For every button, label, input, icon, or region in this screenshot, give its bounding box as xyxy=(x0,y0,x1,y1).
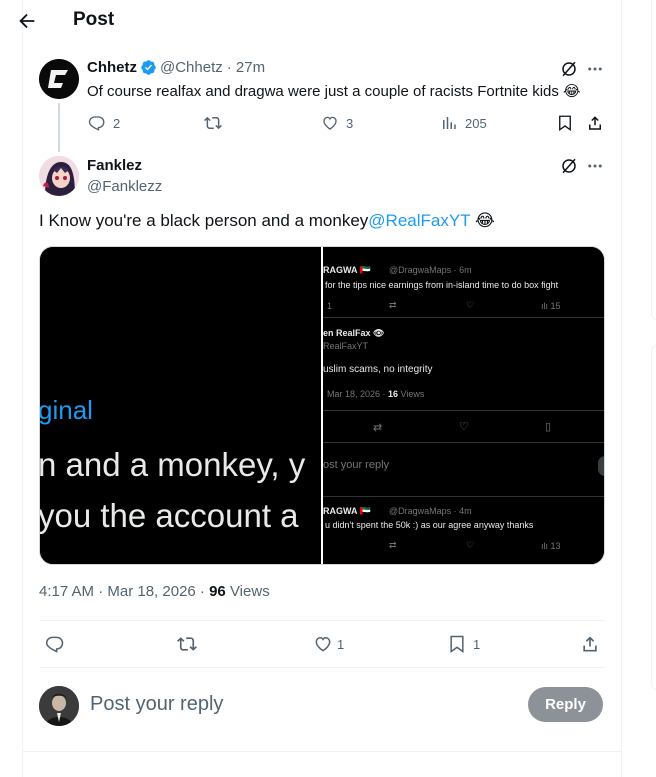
bookmark-count: 1 xyxy=(473,636,481,652)
embedded-views: ılı 15 xyxy=(541,301,561,311)
sidebar-edge xyxy=(651,0,656,777)
post-metadata: 4:17 AM · Mar 18, 2026 · 96 Views xyxy=(39,583,270,600)
view-count: 205 xyxy=(465,115,487,131)
mention-link[interactable]: @RealFaxYT xyxy=(368,211,470,230)
repost-action[interactable] xyxy=(203,114,223,132)
thread-line xyxy=(58,103,60,152)
share-icon xyxy=(589,116,601,130)
heart-icon xyxy=(323,116,337,130)
verified-badge-icon xyxy=(140,59,157,76)
reply-action[interactable] xyxy=(45,634,65,654)
avatar[interactable] xyxy=(39,156,79,196)
embedded-views: ılı 13 xyxy=(541,541,561,551)
bookmark-action[interactable]: 1 xyxy=(447,634,480,654)
tweet-text: Of course realfax and dragwa were just a… xyxy=(87,83,581,100)
crop-text-3: you the account a xyxy=(40,497,299,534)
like-action[interactable]: 1 xyxy=(313,634,344,654)
reply-count: 2 xyxy=(113,115,121,131)
timestamp[interactable]: · 27m xyxy=(227,59,265,76)
divider xyxy=(22,751,622,752)
avatar[interactable] xyxy=(39,686,79,726)
more-options-icon[interactable] xyxy=(586,60,604,78)
main-author-row: Fanklez xyxy=(87,157,142,174)
crop-text-1: ginal xyxy=(40,395,93,425)
back-arrow-icon[interactable] xyxy=(16,10,38,32)
embedded-handle: RealFaxYT xyxy=(323,341,369,351)
reply-icon xyxy=(88,116,105,131)
divider xyxy=(39,667,605,668)
embedded-heart-icon: ♡ xyxy=(466,540,475,550)
author-handle[interactable]: @Chhetz xyxy=(160,59,223,76)
media-image[interactable]: ginal n and a monkey, y you the account … xyxy=(39,246,605,565)
embedded-reply-count: 1 xyxy=(327,301,333,311)
parent-author-row: Chhetz @Chhetz · 27m xyxy=(87,59,265,76)
embedded-repost-icon: ⇄ xyxy=(389,300,397,310)
bookmark-action[interactable] xyxy=(556,114,574,132)
emoji: 😂 xyxy=(475,211,495,230)
like-count: 1 xyxy=(337,636,345,652)
author-handle[interactable]: @Fanklezz xyxy=(87,178,162,195)
embedded-text: for the tips nice earnings from in-islan… xyxy=(325,280,559,290)
analytics-icon xyxy=(443,117,456,129)
repost-icon xyxy=(177,637,197,651)
divider xyxy=(39,620,605,621)
embedded-handle: @DragwaMaps · 6m xyxy=(389,265,472,275)
reply-icon xyxy=(45,636,64,653)
embedded-text: u didn't spent the 50k :) as our agree a… xyxy=(325,520,534,530)
embedded-bookmark-icon: ▯ xyxy=(545,421,552,433)
embedded-text: uslim scams, no integrity xyxy=(323,364,433,375)
repost-icon xyxy=(204,116,222,130)
reply-action[interactable]: 2 xyxy=(88,114,120,132)
bookmark-icon xyxy=(450,635,464,653)
grok-icon[interactable] xyxy=(560,157,578,175)
embedded-heart-icon: ♡ xyxy=(466,300,475,310)
like-count: 3 xyxy=(346,115,354,131)
post-time[interactable]: 4:17 AM · Mar 18, 2026 · xyxy=(39,583,209,600)
author-name[interactable]: Fanklez xyxy=(87,157,142,174)
embedded-repost-icon: ⇄ xyxy=(389,540,397,550)
embedded-author: RAGWA 🇦🇪 xyxy=(323,506,371,516)
repost-action[interactable] xyxy=(176,634,198,654)
bookmark-icon xyxy=(559,115,571,132)
embedded-repost-icon: ⇄ xyxy=(373,422,383,434)
views-label: Views xyxy=(225,583,270,600)
share-action[interactable] xyxy=(580,634,600,654)
tweet-text: I Know you're a black person and a monke… xyxy=(39,211,495,231)
embedded-date: Mar 18, 2026 · 16 Views xyxy=(327,389,425,399)
share-icon xyxy=(583,636,597,652)
embedded-author: en RealFax 👁 xyxy=(323,328,385,338)
media-right-screenshot: RAGWA 🇦🇪 @DragwaMaps · 6m for the tips n… xyxy=(323,247,604,564)
crop-text-2: n and a monkey, y xyxy=(40,446,306,483)
heart-icon xyxy=(315,636,331,652)
author-name[interactable]: Chhetz xyxy=(87,59,137,76)
media-left-crop: ginal n and a monkey, y you the account … xyxy=(40,247,321,564)
embedded-handle: @DragwaMaps · 4m xyxy=(389,506,472,516)
like-action[interactable]: 3 xyxy=(321,114,353,132)
embedded-reply-placeholder: ost your reply xyxy=(323,459,390,471)
embedded-author: RAGWA 🇦🇪 xyxy=(323,265,371,275)
reply-input[interactable]: Post your reply xyxy=(90,693,223,716)
more-options-icon[interactable] xyxy=(586,157,604,175)
tweet-body: I Know you're a black person and a monke… xyxy=(39,211,369,230)
views-count: 96 xyxy=(209,583,226,600)
avatar[interactable] xyxy=(39,59,79,99)
share-action[interactable] xyxy=(586,114,604,132)
page-title: Post xyxy=(73,9,115,30)
main-handle-row: @Fanklezz xyxy=(87,178,162,195)
reply-button[interactable]: Reply xyxy=(528,687,603,722)
embedded-heart-icon: ♡ xyxy=(459,421,469,433)
grok-icon[interactable] xyxy=(560,60,578,78)
views-action[interactable]: 205 xyxy=(440,114,487,132)
